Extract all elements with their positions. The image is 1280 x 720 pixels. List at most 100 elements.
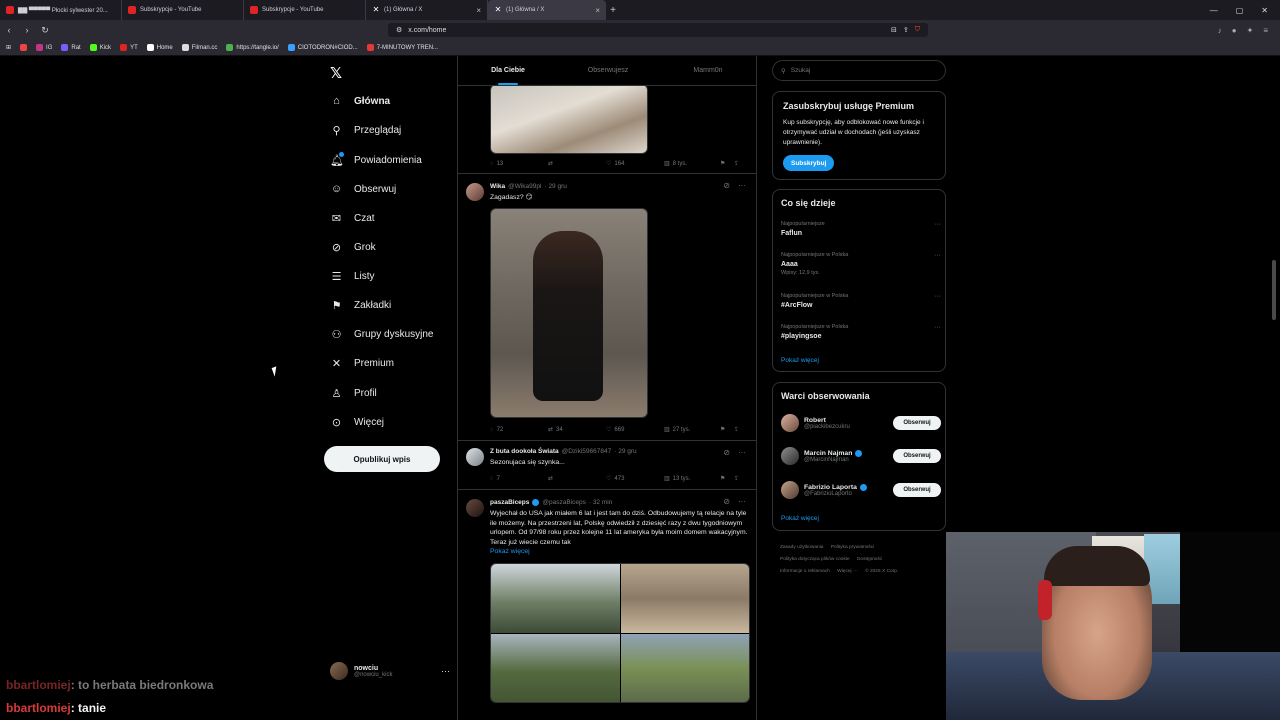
tweet-image[interactable]	[490, 84, 648, 154]
minimize-icon[interactable]: —	[1210, 6, 1218, 15]
views-button[interactable]: ▥ 27 tys.	[664, 426, 720, 434]
menu-icon[interactable]: ≡	[1263, 26, 1268, 35]
reload-icon[interactable]: ↻	[40, 25, 50, 36]
tweet[interactable]: paszaBiceps @paszaBiceps · 32 min ⊘ ··· W…	[458, 491, 756, 720]
more-icon[interactable]: ···	[738, 181, 746, 190]
tab-list[interactable]: Mamm0n	[658, 56, 756, 85]
browser-tab[interactable]: ✕ (1) Główna / X ×	[366, 0, 488, 20]
tweet[interactable]: Z buta dookoła Świata @Dziki59667847 · 2…	[458, 442, 756, 490]
close-tab-icon[interactable]: ×	[476, 6, 481, 15]
grok-icon[interactable]: ⊘	[723, 497, 730, 506]
apps-icon[interactable]: ⊞	[6, 44, 11, 51]
bookmark-button[interactable]: ⚑	[720, 160, 734, 167]
nav-item-grok[interactable]: ⊘ Grok	[330, 239, 376, 255]
follow-button[interactable]: Obserwuj	[893, 483, 941, 497]
footer-link[interactable]: Dostępność	[857, 557, 882, 562]
share-button[interactable]: ⇪	[734, 160, 744, 167]
account-switcher[interactable]: nowciu @nowciu_kick ···	[330, 662, 450, 680]
reply-button[interactable]: ◌ 72	[490, 426, 548, 433]
follow-suggestion[interactable]: Robert @piackibezcukru Obserwuj	[781, 411, 941, 435]
nav-item-explore[interactable]: ⚲ Przeglądaj	[330, 122, 401, 138]
bookmark-item[interactable]: Kick	[89, 44, 111, 51]
follow-suggestion[interactable]: Marcin Najman @MarcinNajman Obserwuj	[781, 444, 941, 468]
footer-link[interactable]: Zasady użytkowania	[780, 545, 823, 550]
bookmark-item[interactable]: YT	[120, 44, 138, 51]
page-scrollbar[interactable]	[1272, 260, 1276, 320]
trend-item[interactable]: Najpopularniejsze w Polska #playingsoe ·…	[781, 324, 941, 340]
bookmark-item[interactable]: CIOTODRON#CIOD...	[287, 44, 358, 51]
extension-icon[interactable]: ●	[1232, 26, 1237, 35]
close-window-icon[interactable]: ✕	[1261, 6, 1268, 15]
nav-item-home[interactable]: ⌂ Główna	[330, 93, 390, 109]
bookmark-item[interactable]: https://tangle.io/	[226, 44, 279, 51]
more-icon[interactable]: ···	[934, 221, 941, 228]
bookmark-item[interactable]: IG	[36, 44, 52, 51]
footer-link[interactable]: Więcej ···	[837, 569, 858, 574]
like-button[interactable]: ♡ 473	[606, 475, 664, 483]
tweet[interactable]: Wika @Wika99pl · 29 gru ⊘ ··· Zagadasz? 😏…	[458, 175, 756, 441]
x-logo-icon[interactable]: 𝕏	[330, 64, 342, 82]
maximize-icon[interactable]: ▢	[1236, 6, 1244, 15]
more-icon[interactable]: ···	[934, 252, 941, 259]
post-button[interactable]: Opublikuj wpis	[324, 446, 440, 472]
nav-item-notifications[interactable]: 🔔︎ Powiadomienia	[330, 151, 422, 168]
nav-item-premium[interactable]: ✕ Premium	[330, 355, 394, 371]
more-icon[interactable]: ···	[441, 666, 450, 676]
browser-tab[interactable]: ▇▇ ▀▀▀▀▀ Płocki sylwester 20...	[0, 0, 122, 20]
tweet-image[interactable]	[620, 633, 749, 702]
follow-button[interactable]: Obserwuj	[893, 449, 941, 463]
nav-item-follow[interactable]: ☺ Obserwuj	[330, 181, 396, 197]
bookmark-item[interactable]: 7-MINUTOWY TREN...	[366, 44, 438, 51]
nav-item-bookmarks[interactable]: ⚑ Zakładki	[330, 297, 392, 313]
share-icon[interactable]: ⇪	[903, 26, 909, 34]
nav-item-lists[interactable]: ☰ Listy	[330, 268, 375, 284]
tab-following[interactable]: Obserwujesz	[558, 56, 658, 85]
show-more-link[interactable]: Pokaż więcej	[490, 547, 748, 557]
address-bar[interactable]: ⚙ x.com/home ⊟ ⇪ ⛉	[388, 23, 928, 37]
share-button[interactable]: ⇪	[734, 475, 744, 482]
avatar[interactable]	[466, 448, 484, 466]
subscribe-button[interactable]: Subskrybuj	[783, 155, 835, 171]
tweet-image[interactable]	[491, 564, 620, 633]
bookmark-item[interactable]: Filman.cc	[181, 44, 217, 51]
install-icon[interactable]: ⊟	[891, 26, 897, 34]
more-icon[interactable]: ···	[738, 497, 746, 506]
retweet-button[interactable]: ⇄	[548, 160, 606, 167]
follow-suggestion[interactable]: Fabrizio Laporta @FabrizioLaporto Obserw…	[781, 478, 941, 502]
share-button[interactable]: ⇪	[734, 426, 744, 433]
puzzle-icon[interactable]: ✦	[1247, 26, 1254, 35]
retweet-button[interactable]: ⇄ 34	[548, 426, 606, 434]
more-icon[interactable]: ···	[934, 324, 941, 331]
close-tab-icon[interactable]: ×	[595, 6, 600, 15]
bookmark-item[interactable]	[20, 44, 28, 51]
forward-icon[interactable]: ›	[22, 25, 32, 35]
footer-link[interactable]: Polityka dotycząca plików cookie	[780, 557, 850, 562]
browser-tab-active[interactable]: ✕ (1) Główna / X ×	[488, 0, 606, 20]
views-button[interactable]: ▥ 13 tys.	[664, 475, 720, 483]
bookmark-item[interactable]: Home	[146, 44, 173, 51]
browser-tab[interactable]: Subskrypcje - YouTube	[122, 0, 244, 20]
more-icon[interactable]: ···	[934, 293, 941, 300]
footer-link[interactable]: Informacje o reklamach	[780, 569, 830, 574]
follow-show-more[interactable]: Pokaż więcej	[781, 515, 819, 522]
nav-item-communities[interactable]: ⚇ Grupy dyskusyjne	[330, 326, 434, 342]
reply-button[interactable]: ◌ 7	[490, 475, 548, 482]
trend-item[interactable]: Najpopularniejsze w Polska #ArcFlow ···	[781, 293, 941, 309]
trend-item[interactable]: Najpopularniejsze Faflun ···	[781, 221, 941, 237]
tab-for-you[interactable]: Dla Ciebie	[458, 56, 558, 85]
reply-button[interactable]: ◌ 13	[490, 160, 548, 167]
site-info-icon[interactable]: ⚙	[396, 26, 402, 34]
tweet-image[interactable]	[490, 208, 648, 418]
search-input[interactable]: ⚲ Szukaj	[772, 60, 946, 81]
shield-icon[interactable]: ⛉	[915, 26, 920, 34]
bookmark-button[interactable]: ⚑	[720, 475, 734, 482]
avatar[interactable]	[466, 499, 484, 517]
views-button[interactable]: ▥ 8 tys.	[664, 160, 720, 168]
tweet-image[interactable]	[491, 633, 620, 702]
more-icon[interactable]: ···	[738, 448, 746, 457]
like-button[interactable]: ♡ 669	[606, 426, 664, 434]
audio-icon[interactable]: ♪	[1218, 26, 1222, 35]
grok-icon[interactable]: ⊘	[723, 181, 730, 190]
back-icon[interactable]: ‹	[4, 25, 14, 35]
footer-link[interactable]: Polityka prywatności	[831, 545, 874, 550]
